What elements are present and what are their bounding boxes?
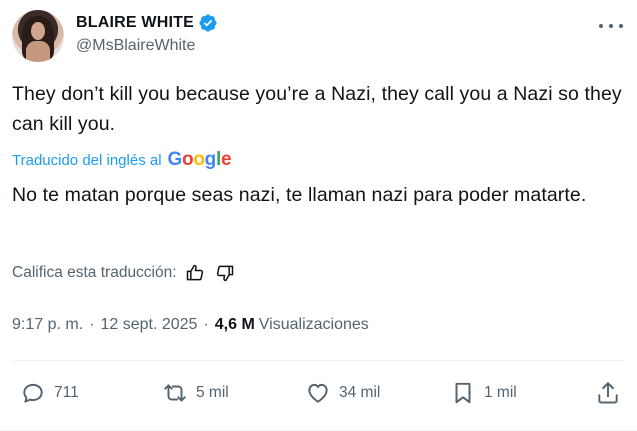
display-name-row: BLAIRE WHITE bbox=[76, 12, 218, 34]
reply-icon bbox=[23, 383, 43, 403]
tweet-meta: 9:17 p. m. · 12 sept. 2025 · 4,6 M Visua… bbox=[12, 314, 369, 336]
avatar-body bbox=[26, 41, 50, 62]
like-icon bbox=[308, 383, 328, 403]
translated-from-label[interactable]: Traducido del inglés al bbox=[12, 152, 162, 169]
verified-badge-icon[interactable] bbox=[198, 13, 218, 33]
thumbs-down-icon[interactable] bbox=[215, 263, 235, 283]
tweet-date[interactable]: 12 sept. 2025 bbox=[100, 316, 197, 334]
views-count: 4,6 M bbox=[214, 316, 255, 333]
author-handle[interactable]: @MsBlaireWhite bbox=[76, 37, 218, 55]
rate-translation-label: Califica esta traducción: bbox=[12, 264, 177, 281]
bookmark-icon bbox=[455, 382, 471, 404]
share-icon bbox=[598, 382, 618, 404]
views-label: Visualizaciones bbox=[258, 316, 369, 333]
translated-text: No te matan porque seas nazi, te llaman … bbox=[12, 184, 587, 206]
more-dot bbox=[609, 24, 613, 28]
translation-attribution: Traducido del inglés al Google bbox=[12, 149, 232, 171]
share-button[interactable] bbox=[595, 376, 621, 410]
avatar-face bbox=[31, 22, 45, 40]
more-options-icon[interactable] bbox=[599, 16, 623, 36]
repost-icon bbox=[164, 384, 186, 402]
tweet-text: They don’t kill you because you’re a Naz… bbox=[12, 83, 622, 135]
thumbs-up-icon[interactable] bbox=[185, 263, 205, 283]
action-bar: 711 5 mil 34 mil 1 mil bbox=[12, 376, 625, 410]
bookmark-count: 1 mil bbox=[484, 384, 517, 401]
reply-button[interactable]: 711 bbox=[20, 376, 79, 410]
reply-count: 711 bbox=[54, 384, 79, 401]
divider bbox=[12, 360, 625, 361]
display-name[interactable]: BLAIRE WHITE bbox=[76, 14, 194, 32]
rate-translation-row: Califica esta traducción: bbox=[12, 262, 235, 284]
google-logo: Google bbox=[167, 149, 232, 170]
like-count: 34 mil bbox=[339, 384, 381, 401]
tweet-header: BLAIRE WHITE @MsBlaireWhite bbox=[12, 10, 625, 62]
more-dot bbox=[619, 24, 623, 28]
bookmark-button[interactable]: 1 mil bbox=[450, 376, 517, 410]
more-dot bbox=[599, 24, 603, 28]
author-names: BLAIRE WHITE @MsBlaireWhite bbox=[76, 12, 218, 55]
meta-separator: · bbox=[203, 316, 209, 333]
meta-separator: · bbox=[89, 316, 95, 333]
tweet-time[interactable]: 9:17 p. m. bbox=[12, 316, 83, 334]
repost-count: 5 mil bbox=[196, 384, 229, 401]
repost-button[interactable]: 5 mil bbox=[162, 376, 229, 410]
like-button[interactable]: 34 mil bbox=[305, 376, 380, 410]
avatar[interactable] bbox=[12, 10, 64, 62]
